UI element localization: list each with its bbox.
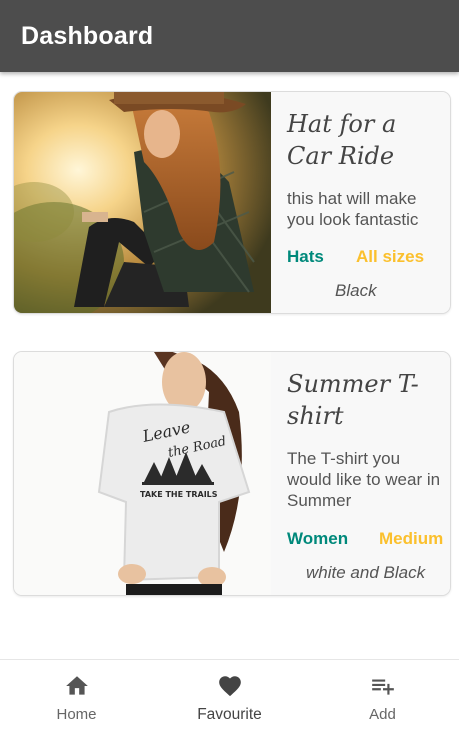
playlist-add-icon xyxy=(371,679,394,695)
product-size: All sizes xyxy=(356,247,425,266)
product-card-hat[interactable]: Hat for a Car Ride this hat will make yo… xyxy=(13,91,451,314)
product-title: Hat for a Car Ride xyxy=(287,110,397,170)
product-description: this hat will make you look fantastic xyxy=(287,189,419,229)
nav-add[interactable]: Add xyxy=(306,660,459,732)
home-icon xyxy=(65,676,88,695)
page-title: Dashboard xyxy=(21,22,154,50)
nav-favourite-label: Favourite xyxy=(197,706,262,723)
product-card-tshirt[interactable]: Leave the Road TAKE THE TRAILS Summer T-… xyxy=(13,351,451,596)
app-bar: Dashboard xyxy=(0,0,459,72)
product-details: Summer T-shirt The T-shirt you would lik… xyxy=(271,352,450,595)
product-title: Summer T-shirt xyxy=(287,370,419,430)
nav-home[interactable]: Home xyxy=(0,660,153,732)
product-color: Black xyxy=(335,281,377,300)
product-image[interactable] xyxy=(14,92,271,313)
nav-add-label: Add xyxy=(369,706,396,723)
product-details: Hat for a Car Ride this hat will make yo… xyxy=(271,92,450,313)
bottom-navigation: Home Favourite Add xyxy=(0,659,459,731)
product-category: Hats xyxy=(287,247,324,266)
product-color: white and Black xyxy=(306,563,426,582)
nav-home-label: Home xyxy=(56,706,97,723)
product-description: The T-shirt you would like to wear in Su… xyxy=(287,449,441,510)
heart-icon xyxy=(218,676,241,697)
product-size: Medium xyxy=(379,529,444,548)
woman-in-hat-photo xyxy=(14,92,271,313)
product-image[interactable]: Leave the Road TAKE THE TRAILS xyxy=(14,352,271,595)
product-category: Women xyxy=(287,529,349,548)
woman-in-tshirt-photo: Leave the Road TAKE THE TRAILS xyxy=(14,352,271,595)
nav-favourite[interactable]: Favourite xyxy=(153,660,306,732)
svg-text:TAKE THE TRAILS: TAKE THE TRAILS xyxy=(140,490,218,499)
